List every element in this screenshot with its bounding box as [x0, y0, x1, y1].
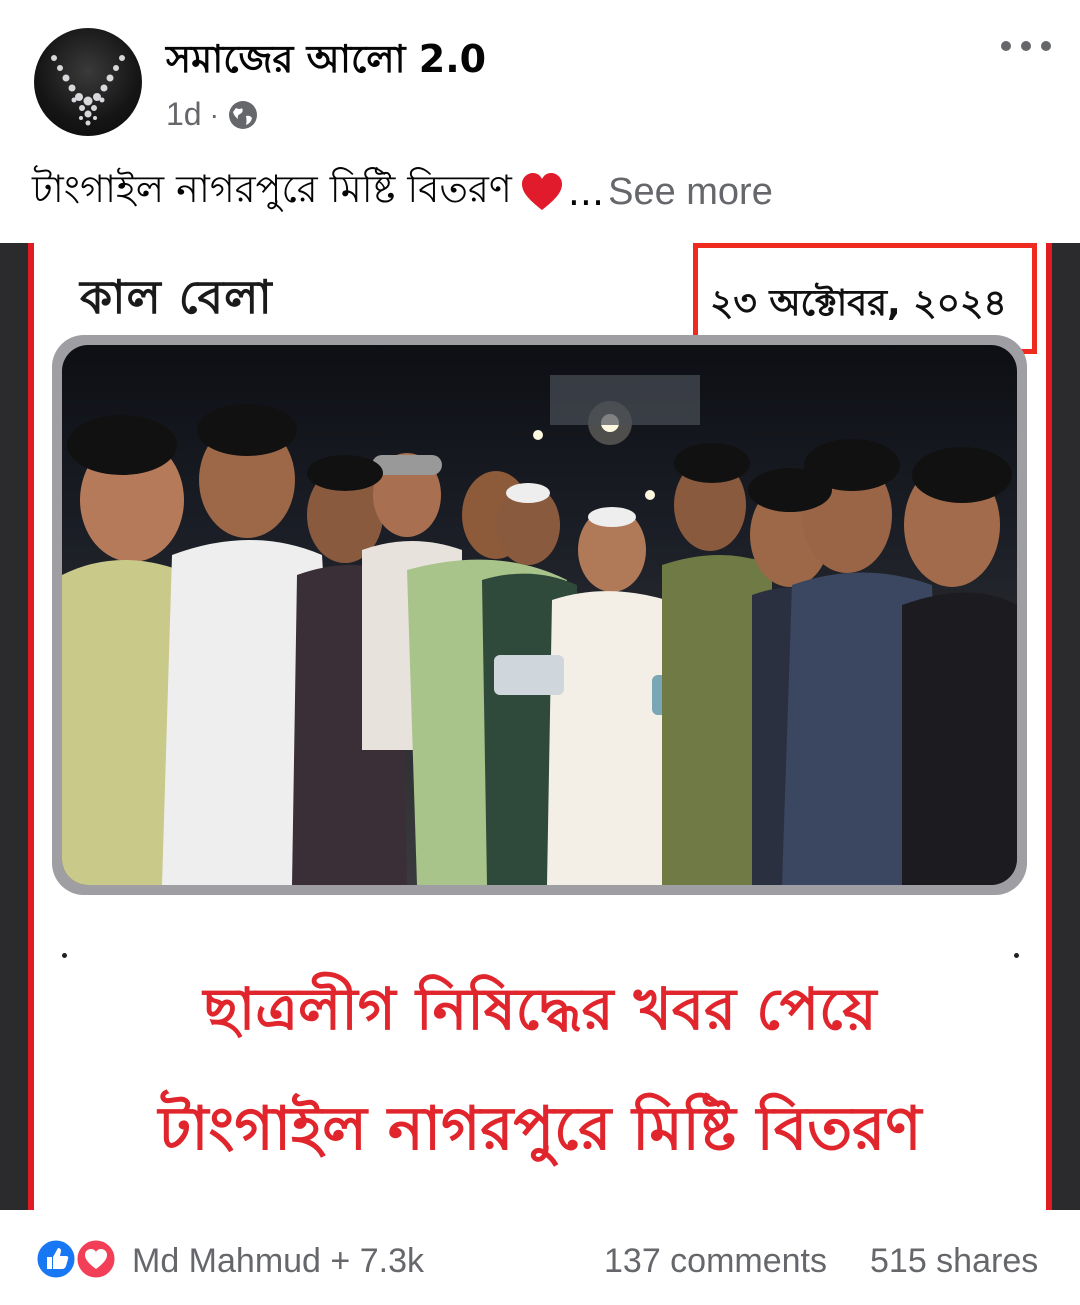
see-more-link[interactable]: See more [608, 171, 773, 214]
page-name[interactable]: সমাজের আলো 2.0 [166, 30, 486, 94]
headline-line-2: টাংগাইল নাগরপুরে মিষ্টি বিতরণ [158, 1094, 922, 1164]
red-heart-icon [521, 173, 562, 210]
more-options-icon[interactable] [998, 30, 1054, 62]
post-caption: টাংগাইল নাগরপুরে মিষ্টি বিতরণ ... See mo… [32, 160, 773, 224]
reactors-summary[interactable]: Md Mahmud + 7.3k [132, 1242, 424, 1281]
post-time[interactable]: 1d [166, 96, 202, 133]
reaction-icons[interactable] [34, 1236, 124, 1282]
post-image[interactable]: কাল বেলা ২৩ অক্টোবর, ২০২৪ ছাত্রলীগ নিষিদ… [0, 243, 1080, 1210]
newspaper-logo: কাল বেলা [80, 270, 273, 324]
headline-line-1: ছাত্রলীগ নিষিদ্ধের খবর পেয়ে [203, 975, 877, 1043]
comments-count[interactable]: 137 comments [604, 1242, 827, 1281]
post-meta: 1d · [166, 96, 259, 133]
love-icon [74, 1237, 118, 1281]
group-photo [62, 345, 1017, 885]
crowd-photo-illustration [62, 375, 1017, 885]
decorative-dot [1014, 953, 1019, 958]
necklace-icon [51, 55, 125, 126]
page-avatar[interactable] [34, 28, 142, 136]
photo-frame [52, 335, 1027, 895]
caption-ellipsis: ... [567, 170, 605, 214]
globe-icon[interactable] [227, 99, 259, 131]
post-footer: Md Mahmud + 7.3k 137 comments 515 shares [0, 1210, 1080, 1305]
like-icon [34, 1237, 78, 1281]
meta-separator: · [209, 98, 219, 130]
decorative-dot [62, 953, 67, 958]
shares-count[interactable]: 515 shares [870, 1242, 1038, 1281]
caption-text: টাংগাইল নাগরপুরে মিষ্টি বিতরণ [32, 167, 512, 211]
